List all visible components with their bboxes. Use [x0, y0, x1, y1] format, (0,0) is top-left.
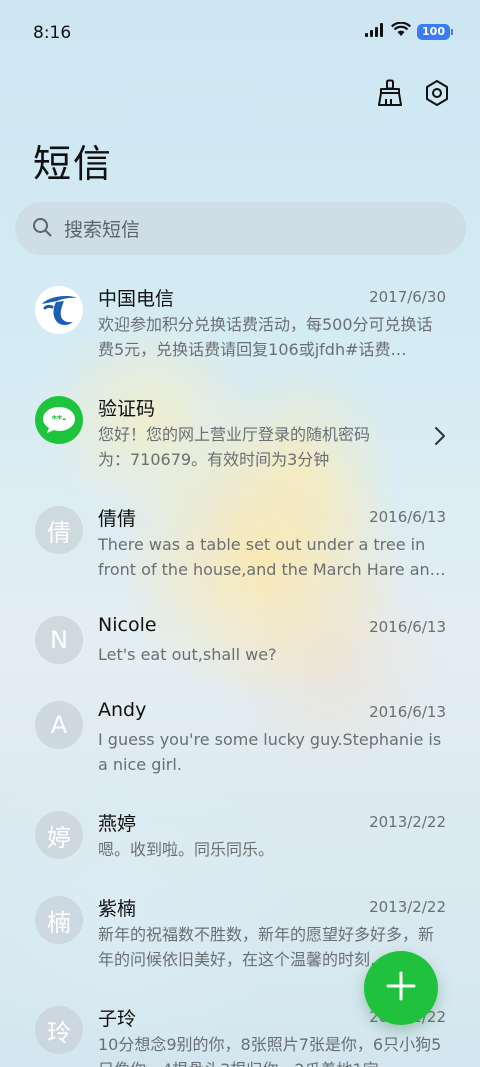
- conversation-item[interactable]: 中国电信 2017/6/30 欢迎参加积分兑换话费活动，每500分可兑换话费5元…: [0, 268, 480, 378]
- conversation-item[interactable]: A Andy 2016/6/13 I guess you're some luc…: [0, 683, 480, 793]
- conversation-name: 验证码: [98, 398, 156, 420]
- avatar: N: [35, 616, 83, 664]
- conversation-preview: I guess you're some lucky guy.Stephanie …: [98, 730, 442, 774]
- china-telecom-logo: [35, 286, 83, 334]
- conversation-item[interactable]: N Nicole 2016/6/13 Let's eat out,shall w…: [0, 598, 480, 683]
- conversation-date: 2016/6/13: [369, 703, 446, 721]
- new-message-button[interactable]: [364, 951, 438, 1025]
- conversation-name: 燕婷: [98, 813, 137, 835]
- clean-brush-icon[interactable]: [375, 78, 405, 108]
- conversation-name: 子玲: [98, 1008, 137, 1030]
- conversation-name: Nicole: [98, 614, 157, 636]
- conversation-item[interactable]: 倩 倩倩 2016/6/13 There was a table set out…: [0, 488, 480, 598]
- conversation-preview: 嗯。收到啦。同乐同乐。: [98, 840, 275, 859]
- conversation-preview: 您好！您的网上营业厅登录的随机密码为：710679。有效时间为3分钟: [98, 425, 371, 469]
- settings-icon[interactable]: [422, 78, 452, 108]
- conversation-preview: 欢迎参加积分兑换话费活动，每500分可兑换话费5元，兑换话费请回复106或jfd…: [98, 315, 433, 359]
- page-title: 短信: [33, 142, 114, 186]
- conversation-date: 2013/2/22: [369, 898, 446, 916]
- wifi-icon: [391, 21, 412, 41]
- avatar: 婷: [35, 811, 83, 859]
- conversation-item[interactable]: **- 验证码 您好！您的网上营业厅登录的随机密码为：710679。有效时间为3…: [0, 378, 480, 488]
- conversation-date: 2016/6/13: [369, 618, 446, 636]
- conversation-preview: There was a table set out under a tree i…: [98, 535, 446, 579]
- plus-icon: [385, 970, 417, 1006]
- status-time: 8:16: [33, 23, 72, 43]
- conversation-name: Andy: [98, 699, 147, 721]
- avatar: 楠: [35, 896, 83, 944]
- conversation-preview: 10分想念9别的你，8张照片7张是你，6只小狗5只像你，4根骨头3根归你，2爪着…: [98, 1035, 442, 1067]
- conversation-name: 倩倩: [98, 508, 137, 530]
- conversation-date: 2017/6/30: [369, 288, 446, 306]
- search-placeholder: 搜索短信: [64, 219, 141, 241]
- search-icon: [32, 217, 52, 241]
- avatar: 倩: [35, 506, 83, 554]
- conversation-item[interactable]: 婷 燕婷 2013/2/22 嗯。收到啦。同乐同乐。: [0, 793, 480, 878]
- conversation-preview: Let's eat out,shall we?: [98, 645, 277, 664]
- status-icons: 100: [365, 21, 453, 41]
- conversation-date: 2016/6/13: [369, 508, 446, 526]
- signal-icon: [365, 22, 385, 41]
- conversation-date: 2013/2/22: [369, 813, 446, 831]
- status-bar: 8:16 100: [0, 0, 480, 64]
- chevron-right-icon[interactable]: [434, 426, 446, 450]
- sms-bubble-icon: **-: [35, 396, 83, 444]
- conversation-list: 中国电信 2017/6/30 欢迎参加积分兑换话费活动，每500分可兑换话费5元…: [0, 268, 480, 1067]
- conversation-name: 中国电信: [98, 288, 175, 310]
- battery-icon: 100: [417, 23, 453, 40]
- avatar: A: [35, 701, 83, 749]
- conversation-name: 紫楠: [98, 898, 137, 920]
- top-actions: [375, 78, 452, 108]
- avatar: 玲: [35, 1006, 83, 1054]
- search-input[interactable]: 搜索短信: [15, 202, 466, 255]
- svg-text:**-: **-: [52, 414, 67, 425]
